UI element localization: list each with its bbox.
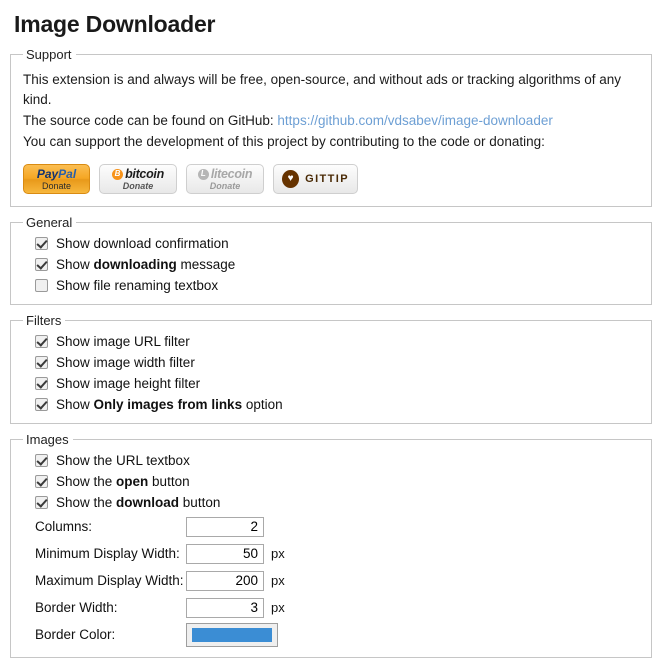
paypal-wordmark-part2: Pal <box>58 166 77 181</box>
label-minimum-display-width: Minimum Display Width: <box>35 546 180 561</box>
general-section: General Show download confirmation Show … <box>10 215 652 305</box>
field-row-border-color: Border Color: <box>35 622 641 647</box>
field-row-min-width: Minimum Display Width: px <box>35 543 641 564</box>
label-open-button: Show the open button <box>56 474 190 489</box>
border-color-picker[interactable] <box>186 622 278 647</box>
checkbox-image-height-filter[interactable] <box>35 377 48 390</box>
unit-border-width: px <box>271 600 285 615</box>
checkbox-only-images-from-links[interactable] <box>35 398 48 411</box>
label-file-renaming: Show file renaming textbox <box>56 278 219 293</box>
label-download-confirmation: Show download confirmation <box>56 236 229 251</box>
heart-icon: ♥ <box>282 170 300 188</box>
bitcoin-donate-label: Donate <box>122 181 154 191</box>
unit-minimum-display-width: px <box>271 546 285 561</box>
litecoin-wordmark: L litecoin <box>197 167 253 181</box>
checkbox-file-renaming[interactable] <box>35 279 48 292</box>
litecoin-donate-label: Donate <box>209 181 241 191</box>
label-maximum-display-width: Maximum Display Width: <box>35 573 184 588</box>
filters-section: Filters Show image URL filter Show image… <box>10 313 652 424</box>
label-downloading-message: Show downloading message <box>56 257 236 272</box>
label-url-textbox: Show the URL textbox <box>56 453 190 468</box>
images-legend: Images <box>26 432 69 447</box>
checkbox-download-button[interactable] <box>35 496 48 509</box>
support-line-1: This extension is and always will be fre… <box>23 72 622 107</box>
filters-option-url[interactable]: Show image URL filter <box>35 334 641 349</box>
images-section: Images Show the URL textbox Show the ope… <box>10 432 652 658</box>
field-row-max-width: Maximum Display Width: px <box>35 570 641 591</box>
paypal-wordmark-part1: Pay <box>36 166 59 181</box>
support-section: Support This extension is and always wil… <box>10 47 652 207</box>
checkbox-image-url-filter[interactable] <box>35 335 48 348</box>
support-line-2-prefix: The source code can be found on GitHub: <box>23 113 278 128</box>
columns-input[interactable] <box>186 516 264 537</box>
general-option-download-confirmation[interactable]: Show download confirmation <box>35 236 641 251</box>
donate-buttons: PayPal Donate B bitcoin Donate L litecoi… <box>23 164 641 194</box>
general-legend: General <box>26 215 73 230</box>
filters-option-height[interactable]: Show image height filter <box>35 376 641 391</box>
minimum-display-width-input[interactable] <box>186 543 264 564</box>
maximum-display-width-input[interactable] <box>186 570 264 591</box>
label-only-images-from-links: Show Only images from links option <box>56 397 283 412</box>
paypal-wordmark: PayPal <box>36 166 77 181</box>
bitcoin-wordmark: B bitcoin <box>112 167 164 181</box>
checkbox-downloading-message[interactable] <box>35 258 48 271</box>
images-option-url-textbox[interactable]: Show the URL textbox <box>35 453 641 468</box>
images-option-download-button[interactable]: Show the download button <box>35 495 641 510</box>
field-row-border-width: Border Width: px <box>35 597 641 618</box>
general-option-downloading-message[interactable]: Show downloading message <box>35 257 641 272</box>
checkbox-image-width-filter[interactable] <box>35 356 48 369</box>
field-row-columns: Columns: <box>35 516 641 537</box>
litecoin-label: litecoin <box>210 167 253 181</box>
paypal-donate-button[interactable]: PayPal Donate <box>23 164 90 194</box>
filters-legend: Filters <box>26 313 62 328</box>
label-image-url-filter: Show image URL filter <box>56 334 190 349</box>
gittip-label: GITTIP <box>305 173 349 185</box>
label-border-color: Border Color: <box>35 627 116 642</box>
images-option-open-button[interactable]: Show the open button <box>35 474 641 489</box>
filters-option-only-images-from-links[interactable]: Show Only images from links option <box>35 397 641 412</box>
border-color-swatch <box>192 627 272 642</box>
unit-maximum-display-width: px <box>271 573 285 588</box>
gittip-donate-button[interactable]: ♥ GITTIP <box>273 164 358 194</box>
page-title: Image Downloader <box>14 11 216 37</box>
label-download-button: Show the download button <box>56 495 221 510</box>
bitcoin-icon: B <box>112 168 124 180</box>
github-link[interactable]: https://github.com/vdsabev/image-downloa… <box>277 113 552 128</box>
label-image-width-filter: Show image width filter <box>56 355 195 370</box>
support-legend: Support <box>26 47 72 62</box>
bitcoin-label: bitcoin <box>125 167 164 181</box>
checkbox-open-button[interactable] <box>35 475 48 488</box>
checkbox-url-textbox[interactable] <box>35 454 48 467</box>
litecoin-donate-button[interactable]: L litecoin Donate <box>186 164 264 194</box>
label-border-width: Border Width: <box>35 600 118 615</box>
options-page: Image Downloader Support This extension … <box>0 11 659 658</box>
general-option-file-renaming[interactable]: Show file renaming textbox <box>35 278 641 293</box>
litecoin-icon: L <box>197 168 209 180</box>
checkbox-download-confirmation[interactable] <box>35 237 48 250</box>
support-line-2: The source code can be found on GitHub: … <box>23 111 641 131</box>
filters-option-width[interactable]: Show image width filter <box>35 355 641 370</box>
label-image-height-filter: Show image height filter <box>56 376 201 391</box>
label-columns: Columns: <box>35 519 93 534</box>
support-line-3: You can support the development of this … <box>23 134 545 149</box>
support-text: This extension is and always will be fre… <box>23 70 641 152</box>
bitcoin-donate-button[interactable]: B bitcoin Donate <box>99 164 177 194</box>
paypal-donate-label: Donate <box>41 180 72 191</box>
border-width-input[interactable] <box>186 597 264 618</box>
